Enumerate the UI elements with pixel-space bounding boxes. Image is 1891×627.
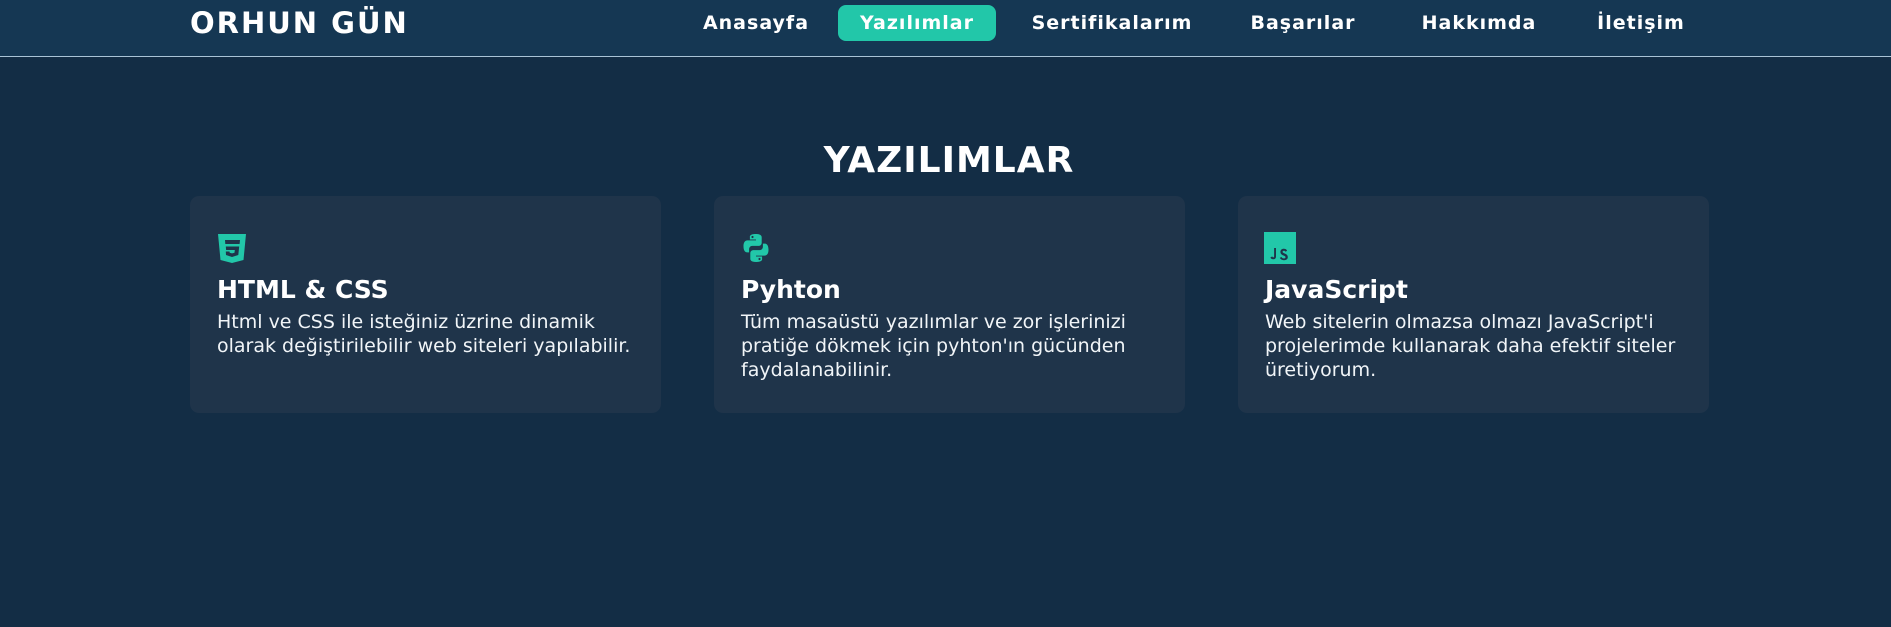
card-javascript: JavaScript Web sitelerin olmazsa olmazı … xyxy=(1238,196,1709,413)
brand-logo[interactable]: ORHUN GÜN xyxy=(190,6,409,40)
nav-item-hakkimda[interactable]: Hakkımda xyxy=(1409,5,1549,41)
nav-item-yazilimlar[interactable]: Yazılımlar xyxy=(838,5,996,41)
section-title: YAZILIMLAR xyxy=(823,140,1075,182)
card-title: HTML & CSS xyxy=(217,275,389,304)
nav-item-basarilar[interactable]: Başarılar xyxy=(1245,5,1361,41)
card-description: Html ve CSS ile isteğiniz üzrine dinamik… xyxy=(217,311,631,357)
python-icon xyxy=(740,232,772,264)
javascript-icon xyxy=(1264,232,1296,264)
navbar: ORHUN GÜN Anasayfa Yazılımlar Sertifikal… xyxy=(0,0,1891,57)
css3-icon xyxy=(216,232,248,264)
nav-item-anasayfa[interactable]: Anasayfa xyxy=(680,5,832,41)
card-title: JavaScript xyxy=(1265,275,1408,304)
card-description: Web sitelerin olmazsa olmazı JavaScript'… xyxy=(1265,311,1676,381)
card-title: Pyhton xyxy=(741,275,841,304)
card-description: Tüm masaüstü yazılımlar ve zor işleriniz… xyxy=(741,311,1126,381)
card-html-css: HTML & CSS Html ve CSS ile isteğiniz üzr… xyxy=(190,196,661,413)
card-python: Pyhton Tüm masaüstü yazılımlar ve zor iş… xyxy=(714,196,1185,413)
nav-item-sertifikalarim[interactable]: Sertifikalarım xyxy=(1025,5,1199,41)
nav-item-iletisim[interactable]: İletişim xyxy=(1591,5,1691,41)
